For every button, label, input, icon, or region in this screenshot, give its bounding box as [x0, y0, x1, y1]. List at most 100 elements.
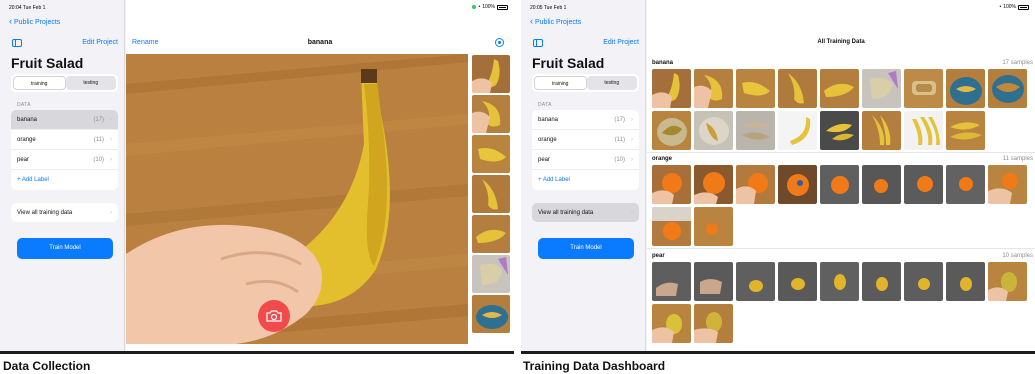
- sample-thumbnail[interactable]: [694, 207, 733, 246]
- sample-grid: [652, 165, 1035, 246]
- sample-thumbnail[interactable]: [946, 69, 985, 108]
- label-row-banana[interactable]: banana (17) ›: [532, 110, 639, 130]
- sample-thumbnail[interactable]: [820, 69, 859, 108]
- sample-thumbnail[interactable]: [778, 262, 817, 301]
- segment-training[interactable]: training: [534, 76, 587, 90]
- sample-thumbnail[interactable]: [820, 165, 859, 204]
- status-indicators: • 100%: [472, 4, 508, 10]
- group-sample-count: 10 samples: [1002, 252, 1033, 259]
- sample-thumbnail[interactable]: [862, 111, 901, 150]
- sample-thumbnail[interactable]: [694, 304, 733, 343]
- sample-thumbnail[interactable]: [946, 262, 985, 301]
- label-count: (10): [614, 156, 625, 163]
- sample-thumbnail[interactable]: [652, 304, 691, 343]
- view-all-training-data[interactable]: View all training data ›: [532, 203, 639, 222]
- info-icon[interactable]: [495, 38, 504, 47]
- back-button[interactable]: ‹ Public Projects: [9, 16, 60, 26]
- recording-indicator-icon: [472, 5, 477, 9]
- sample-thumbnail[interactable]: [736, 69, 775, 108]
- sample-thumbnail[interactable]: [472, 135, 510, 173]
- label-count: (17): [614, 116, 625, 123]
- train-model-button[interactable]: Train Model: [538, 238, 634, 259]
- chevron-right-icon: ›: [110, 116, 112, 123]
- label-row-orange[interactable]: orange (11) ›: [532, 130, 639, 150]
- sample-thumbnail[interactable]: [694, 111, 733, 150]
- group-name: banana: [652, 59, 674, 66]
- sample-thumbnail[interactable]: [904, 262, 943, 301]
- sidebar-toggle-icon[interactable]: [533, 39, 543, 47]
- collection-main: • 100% Rename banana: [126, 0, 514, 351]
- sample-thumbnail[interactable]: [736, 165, 775, 204]
- sample-thumbnail[interactable]: [652, 111, 691, 150]
- sample-thumbnail[interactable]: [472, 175, 510, 213]
- sample-thumbnail[interactable]: [652, 207, 691, 246]
- sidebar-toggle-icon[interactable]: [12, 39, 22, 47]
- wifi-icon: •: [999, 4, 1002, 10]
- back-label: Public Projects: [14, 19, 61, 26]
- label-name: orange: [538, 136, 557, 143]
- battery-percent: 100%: [1003, 4, 1016, 10]
- sample-thumbnail[interactable]: [988, 262, 1027, 301]
- right-caption: Training Data Dashboard: [523, 359, 666, 373]
- view-all-training-data[interactable]: View all training data ›: [11, 203, 118, 222]
- label-name: banana: [17, 116, 38, 123]
- battery-percent: 100%: [482, 4, 495, 10]
- segment-testing[interactable]: testing: [586, 76, 637, 90]
- sample-thumbnail[interactable]: [778, 111, 817, 150]
- edit-project-button[interactable]: Edit Project: [603, 39, 639, 46]
- caption-rule: [0, 351, 514, 354]
- label-row-pear[interactable]: pear (10) ›: [11, 150, 118, 170]
- sample-thumbnail[interactable]: [904, 111, 943, 150]
- sample-thumbnail[interactable]: [472, 55, 510, 93]
- sample-thumbnail[interactable]: [820, 262, 859, 301]
- back-button[interactable]: ‹ Public Projects: [530, 16, 581, 26]
- label-row-pear[interactable]: pear (10) ›: [532, 150, 639, 170]
- sample-thumbnail[interactable]: [988, 165, 1027, 204]
- sample-thumbnail[interactable]: [694, 69, 733, 108]
- sample-thumbnail[interactable]: [652, 69, 691, 108]
- add-label-button[interactable]: + Add Label: [11, 170, 118, 190]
- sample-thumbnail[interactable]: [988, 69, 1027, 108]
- sample-thumbnail[interactable]: [820, 111, 859, 150]
- sample-thumbnail[interactable]: [472, 95, 510, 133]
- sample-thumbnail[interactable]: [778, 69, 817, 108]
- sample-thumbnail[interactable]: [862, 69, 901, 108]
- chevron-right-icon: ›: [110, 156, 112, 163]
- segment-testing[interactable]: testing: [65, 76, 116, 90]
- sample-thumbnail[interactable]: [904, 69, 943, 108]
- sample-thumbnail[interactable]: [652, 165, 691, 204]
- project-title: Fruit Salad: [532, 55, 605, 71]
- data-section-header: DATA: [17, 102, 31, 108]
- sample-thumbnail[interactable]: [694, 262, 733, 301]
- label-row-orange[interactable]: orange (11) ›: [11, 130, 118, 150]
- sample-thumbnail[interactable]: [694, 165, 733, 204]
- sample-group-pear: pear 10 samples: [652, 251, 1035, 343]
- chevron-left-icon: ‹: [530, 16, 533, 26]
- sample-thumbnail[interactable]: [862, 262, 901, 301]
- sample-thumbnail[interactable]: [472, 255, 510, 293]
- sample-thumbnail[interactable]: [652, 262, 691, 301]
- sample-thumbnail[interactable]: [778, 165, 817, 204]
- sample-thumbnail[interactable]: [904, 165, 943, 204]
- capture-button[interactable]: [258, 300, 290, 332]
- train-model-button[interactable]: Train Model: [17, 238, 113, 259]
- view-all-label: View all training data: [17, 209, 73, 216]
- caption-rule: [521, 351, 1035, 354]
- sample-thumbnail[interactable]: [862, 165, 901, 204]
- label-row-banana[interactable]: banana (17) ›: [11, 110, 118, 130]
- add-label-button[interactable]: + Add Label: [532, 170, 639, 190]
- sample-thumbnail[interactable]: [946, 111, 985, 150]
- group-sample-count: 11 samples: [1002, 155, 1033, 162]
- group-divider: [647, 248, 1035, 249]
- data-section-header: DATA: [538, 102, 552, 108]
- segment-training[interactable]: training: [13, 76, 66, 90]
- edit-project-button[interactable]: Edit Project: [82, 39, 118, 46]
- chevron-right-icon: ›: [631, 136, 633, 143]
- group-name: orange: [652, 155, 673, 162]
- sample-thumbnail[interactable]: [472, 215, 510, 253]
- sample-thumbnail[interactable]: [472, 295, 510, 333]
- group-name: pear: [652, 252, 665, 259]
- sample-thumbnail[interactable]: [946, 165, 985, 204]
- sample-thumbnail[interactable]: [736, 262, 775, 301]
- sample-thumbnail[interactable]: [736, 111, 775, 150]
